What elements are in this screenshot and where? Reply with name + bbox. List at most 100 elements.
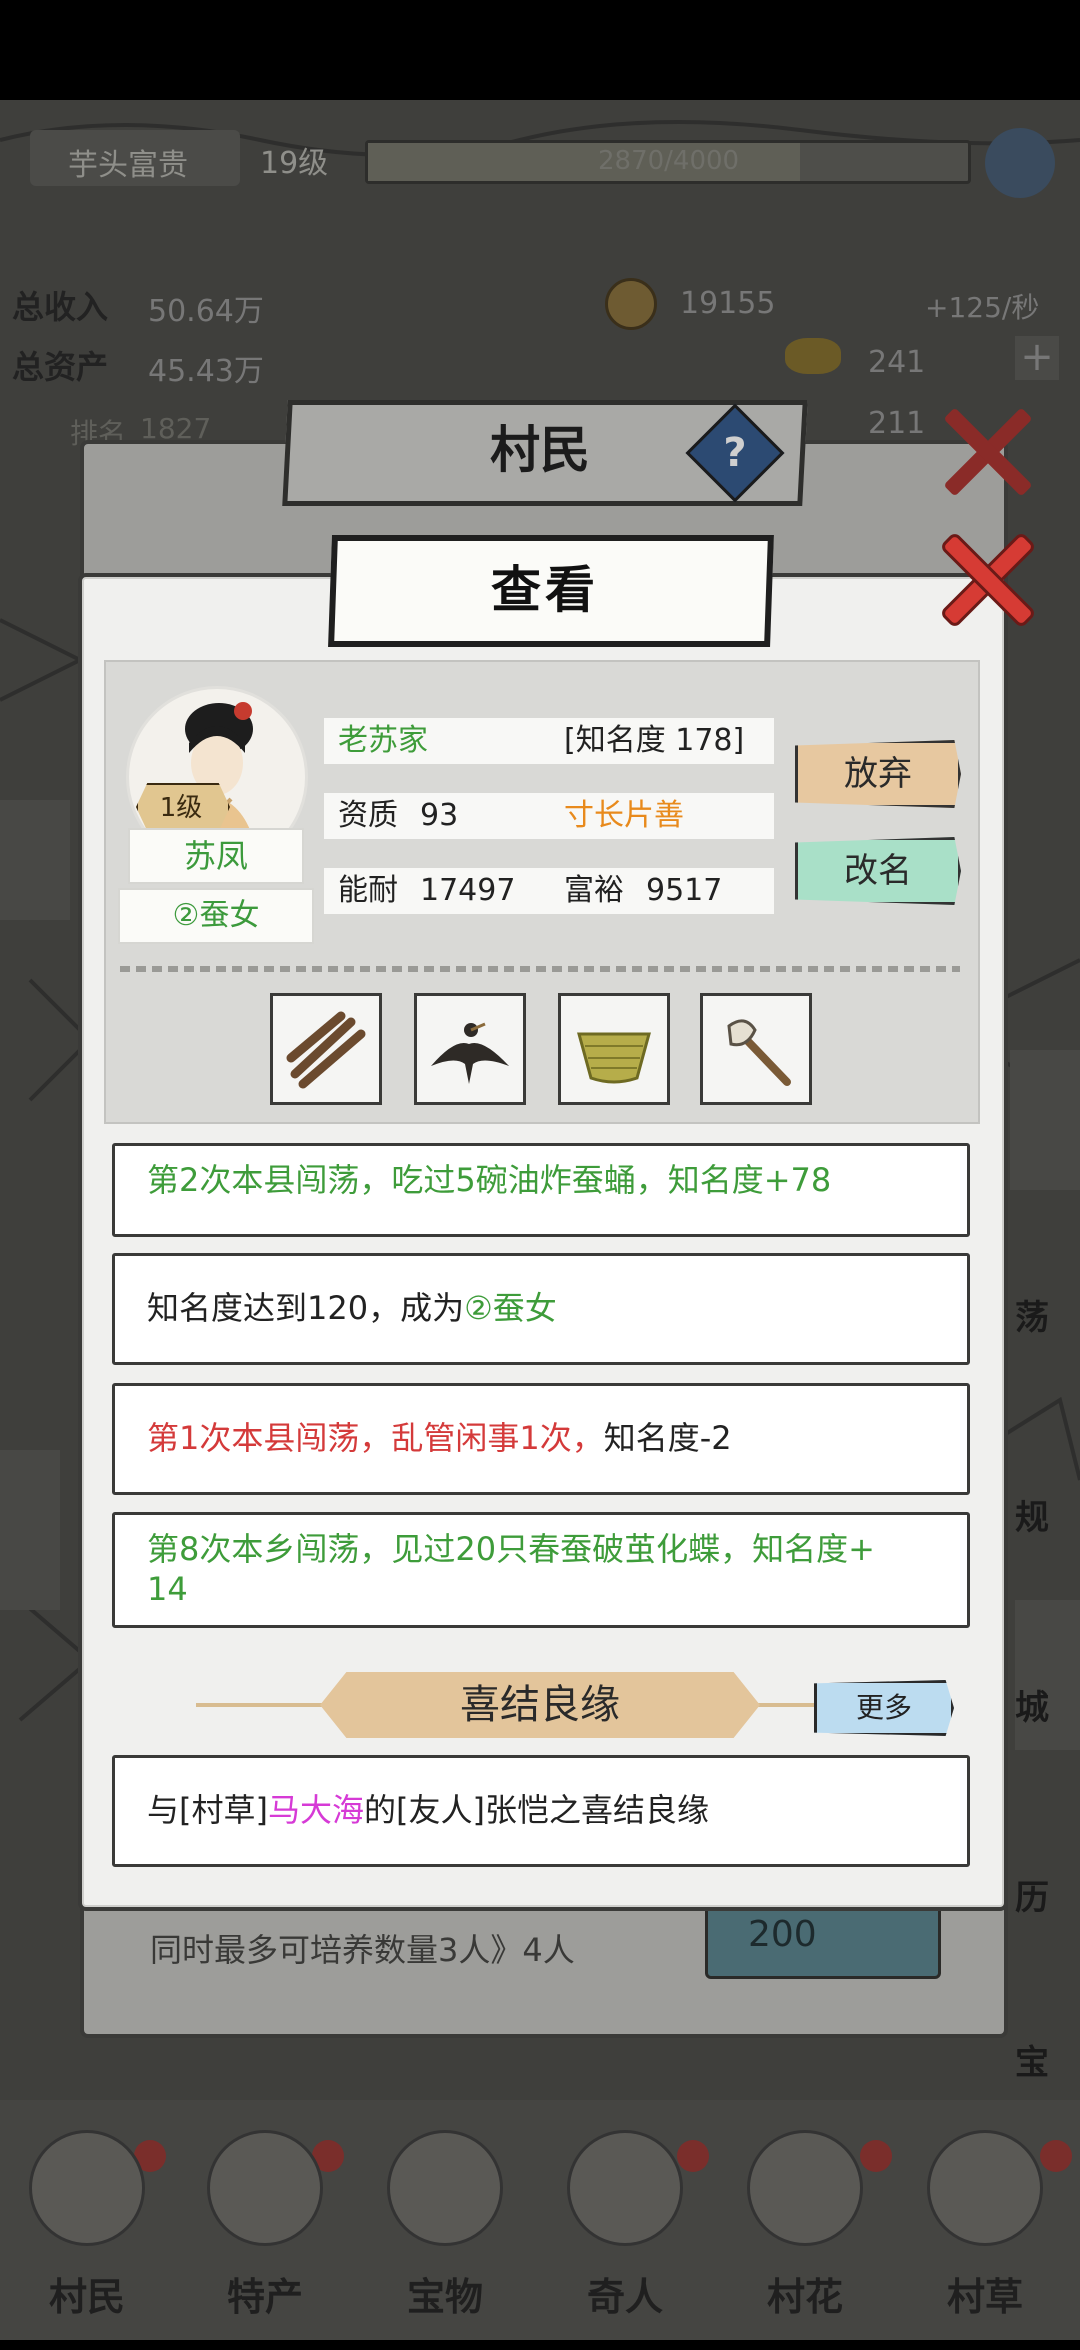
nav-oddities[interactable]: 奇人	[550, 2130, 700, 2350]
total-income-value: 50.64万	[148, 294, 264, 329]
item-slot-4[interactable]	[700, 993, 812, 1105]
log-entry: 第2次本县闯荡，吃过5碗油炸蚕蛹，知名度+78	[112, 1143, 970, 1237]
firewood-icon	[286, 1011, 366, 1089]
more-label: 更多	[855, 1691, 912, 1724]
log-text-part: 知名度达到120，成为	[147, 1289, 465, 1327]
help-glyph: ?	[723, 430, 747, 476]
item-slot-2[interactable]	[414, 993, 526, 1105]
wealth-label: 富裕	[564, 873, 624, 908]
villager-level: 1级	[159, 793, 203, 823]
specialty-icon	[207, 2130, 323, 2246]
rank-title-plate[interactable]: 芋头富贵	[30, 130, 240, 186]
nav-specialty[interactable]: 特产	[190, 2130, 340, 2350]
treasure-icon	[387, 2130, 503, 2246]
total-assets-value: 45.43万	[148, 354, 264, 389]
log-highlight: 知名度-2	[603, 1419, 732, 1457]
nav-label: 村花	[766, 2275, 843, 2319]
copper-coin-icon	[605, 278, 657, 330]
nav-treasure[interactable]: 宝物	[370, 2130, 520, 2350]
log-text: 第1次本县闯荡，乱管闲事1次，知名度-2	[147, 1418, 732, 1458]
log-text: 第2次本县闯荡，吃过5碗油炸蚕蛹，知名度+78	[147, 1161, 832, 1199]
total-assets-label: 总资产	[12, 348, 109, 386]
nav-label: 村民	[48, 2275, 125, 2319]
ribbon-line-left	[196, 1703, 326, 1707]
profile-divider	[120, 966, 960, 972]
help-circle-icon[interactable]	[985, 128, 1055, 198]
close-villagers-button[interactable]	[925, 392, 1045, 512]
oddity-icon	[567, 2130, 683, 2246]
exp-text: 2870/4000	[598, 146, 740, 176]
gold-ingot-icon	[785, 338, 841, 374]
copper-rate: +125/秒	[925, 291, 1040, 324]
third-resource-amount: 211	[868, 406, 926, 441]
upgrade-cost-button[interactable]: 200	[705, 1903, 941, 1979]
log-entry: 第8次本乡闯荡，见过20只春蚕破茧化蝶，知名度+ 14	[112, 1512, 970, 1628]
beau-icon	[927, 2130, 1043, 2246]
item-slot-3[interactable]	[558, 993, 670, 1105]
villager-name-plate: 苏凤	[128, 828, 304, 884]
log-entry: 第1次本县闯荡，乱管闲事1次，知名度-2	[112, 1383, 970, 1495]
item-slot-1[interactable]	[270, 993, 382, 1105]
abandon-button[interactable]: 放弃	[795, 740, 961, 808]
nav-villagers[interactable]: 村民	[12, 2130, 162, 2350]
fame-value: [知名度 178]	[564, 723, 745, 758]
log-entry: 知名度达到120，成为②蚕女	[112, 1253, 970, 1365]
villager-title: ②蚕女	[172, 898, 260, 933]
aptitude-value: 93	[420, 798, 459, 833]
log-highlight: ②蚕女	[464, 1289, 557, 1327]
add-gold-button[interactable]: +	[1015, 336, 1059, 380]
aptitude-label: 资质	[338, 798, 398, 833]
upgrade-cost: 200	[748, 1914, 817, 1955]
copper-amount: 19155	[680, 286, 776, 321]
nav-village-beau[interactable]: 村草	[910, 2130, 1060, 2350]
wealth-value: 9517	[646, 873, 723, 908]
marriage-text-part: 与[村草]	[147, 1791, 268, 1829]
ability-row: 能耐 17497 富裕 9517	[324, 868, 774, 914]
rename-button[interactable]: 改名	[795, 837, 961, 905]
ability-value: 17497	[420, 873, 516, 908]
villager-title-plate: ②蚕女	[118, 888, 314, 944]
capacity-upgrade-text: 同时最多可培养数量3人》4人	[150, 1931, 575, 1969]
log-text: 第8次本乡闯荡，见过20只春蚕破茧化蝶，知名度+ 14	[147, 1529, 947, 1609]
spouse-name[interactable]: 马大海	[268, 1791, 364, 1829]
ability-label: 能耐	[338, 873, 398, 908]
basket-icon	[577, 1032, 651, 1084]
marriage-section-banner: 喜结良缘	[320, 1672, 760, 1738]
side-label-rules[interactable]: 规	[1015, 1490, 1049, 1539]
nav-village-belle[interactable]: 村花	[730, 2130, 880, 2350]
total-income-label: 总收入	[12, 288, 109, 326]
log-text-part: 第1次本县闯荡，乱管闲事1次，	[147, 1419, 604, 1457]
family-name: 老苏家	[338, 723, 428, 758]
nav-label: 村草	[946, 2275, 1023, 2319]
side-label-treasure[interactable]: 宝	[1015, 2035, 1049, 2084]
trait-name: 寸长片善	[564, 798, 684, 833]
rank-title: 芋头富贵	[68, 148, 188, 183]
side-label-history[interactable]: 历	[1015, 1870, 1049, 1919]
aptitude-row: 资质 93 寸长片善	[324, 793, 774, 839]
log-text: 知名度达到120，成为②蚕女	[147, 1288, 557, 1328]
log-text-part: 14	[147, 1570, 188, 1608]
cormorant-icon	[431, 1022, 509, 1084]
villager-icon	[29, 2130, 145, 2246]
exp-bar: 2870/4000	[365, 140, 971, 184]
villager-level-badge: 1级	[136, 783, 226, 827]
side-label-city[interactable]: 城	[1015, 1680, 1049, 1729]
marriage-text-part: 的[友人]张恺之喜结良缘	[364, 1791, 709, 1829]
close-detail-button[interactable]	[925, 520, 1045, 640]
villager-name: 苏凤	[183, 837, 248, 875]
marriage-section-title: 喜结良缘	[460, 1682, 620, 1728]
gold-amount: 241	[868, 345, 926, 380]
detail-dialog-title: 查看	[491, 560, 599, 619]
marriage-text: 与[村草]马大海的[友人]张恺之喜结良缘	[147, 1790, 709, 1830]
side-label-explore[interactable]: 荡	[1015, 1290, 1049, 1339]
log-text-part: 第8次本乡闯荡，见过20只春蚕破茧化蝶，知名度+	[147, 1530, 875, 1568]
player-level: 19级	[260, 146, 329, 181]
belle-icon	[747, 2130, 863, 2246]
more-button[interactable]: 更多	[814, 1680, 954, 1736]
ribbon-line-right	[755, 1703, 815, 1707]
axe-icon	[727, 1019, 791, 1086]
nav-label: 特产	[226, 2275, 303, 2319]
nav-label: 奇人	[586, 2275, 663, 2319]
family-row: 老苏家 [知名度 178]	[324, 718, 774, 764]
nav-label: 宝物	[406, 2275, 483, 2319]
